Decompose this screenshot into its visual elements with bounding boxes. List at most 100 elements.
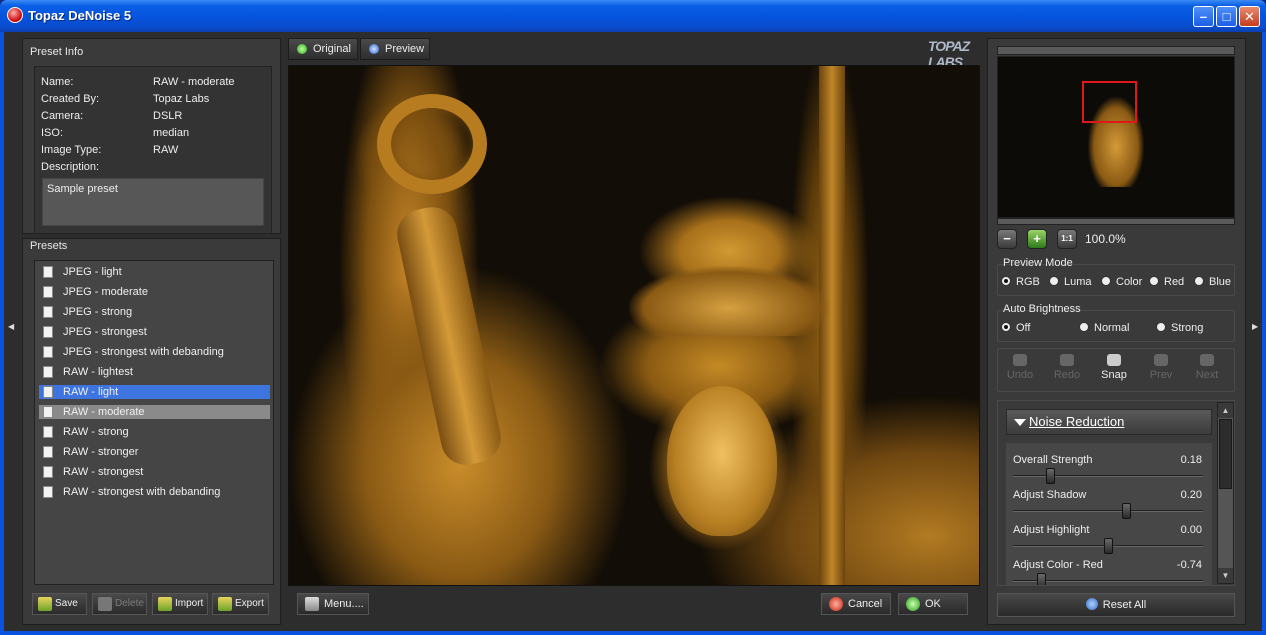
minimize-button[interactable]: –	[1193, 6, 1214, 27]
slider-label-adjust-color-red: Adjust Color - Red	[1013, 559, 1103, 571]
info-value-iso: median	[153, 127, 190, 139]
statue-eagle	[629, 266, 829, 336]
info-label-iso: ISO:	[41, 127, 64, 139]
info-label-camera: Camera:	[41, 110, 84, 122]
menu-button[interactable]: Menu....	[297, 593, 369, 615]
scroll-thumb[interactable]	[1219, 419, 1232, 489]
preset-item-raw-lightest[interactable]: RAW - lightest	[39, 365, 270, 379]
preset-item-raw-stronger[interactable]: RAW - stronger	[39, 445, 270, 459]
delete-icon	[98, 597, 112, 611]
slider-thumb-overall-strength[interactable]	[1045, 468, 1055, 484]
preview-mode-red[interactable]: Red	[1149, 276, 1184, 288]
slider-thumb-adjust-color-red[interactable]	[1036, 573, 1046, 585]
info-label-created-by: Created By:	[41, 93, 100, 105]
noise-reduction-scrollbar[interactable]: ▲ ▼	[1217, 402, 1234, 584]
zoom-out-icon[interactable]: −	[997, 229, 1017, 249]
reset-all-button[interactable]: Reset All	[997, 593, 1235, 617]
client-area: ◀ ▶ Preset Info Name: RAW - moderate Cre…	[4, 32, 1262, 631]
slider-value-adjust-shadow: 0.20	[1180, 489, 1202, 501]
preset-item-jpeg-light[interactable]: JPEG - light	[39, 265, 270, 279]
preview-mode-blue[interactable]: Blue	[1194, 276, 1231, 288]
radio-icon	[1194, 276, 1204, 286]
collapse-left-arrow-icon[interactable]: ◀	[8, 322, 14, 331]
preset-item-jpeg-strongest-debanding[interactable]: JPEG - strongest with debanding	[39, 345, 270, 359]
preset-label: RAW - strongest	[63, 466, 144, 478]
preset-label: RAW - light	[63, 386, 119, 398]
navigator-view-frame[interactable]	[1082, 81, 1137, 123]
navigator-bottom-scrollbar[interactable]	[997, 218, 1235, 225]
preset-label: JPEG - strongest with debanding	[63, 346, 224, 358]
auto-brightness-normal[interactable]: Normal	[1079, 322, 1129, 334]
radio-icon	[1149, 276, 1159, 286]
presets-list[interactable]: JPEG - light JPEG - moderate JPEG - stro…	[34, 260, 274, 585]
delete-button[interactable]: Delete	[92, 593, 147, 615]
auto-brightness-strong[interactable]: Strong	[1156, 322, 1203, 334]
prev-button[interactable]: Prev	[1139, 354, 1183, 381]
export-button[interactable]: Export	[212, 593, 269, 615]
preset-label: JPEG - moderate	[63, 286, 148, 298]
next-button[interactable]: Next	[1185, 354, 1229, 381]
preset-item-jpeg-strongest[interactable]: JPEG - strongest	[39, 325, 270, 339]
tab-preview[interactable]: Preview	[360, 38, 430, 60]
preview-mode-luma[interactable]: Luma	[1049, 276, 1092, 288]
slider-track-overall-strength[interactable]	[1013, 475, 1203, 477]
reset-icon	[1085, 598, 1098, 610]
close-button[interactable]: ✕	[1239, 6, 1260, 27]
slider-thumb-adjust-shadow[interactable]	[1121, 503, 1131, 519]
undo-button[interactable]: Undo	[998, 354, 1042, 381]
preset-item-jpeg-moderate[interactable]: JPEG - moderate	[39, 285, 270, 299]
cancel-button[interactable]: Cancel	[821, 593, 891, 615]
slider-label-adjust-highlight: Adjust Highlight	[1013, 524, 1090, 536]
noise-reduction-header[interactable]: Noise Reduction	[1006, 409, 1212, 435]
slider-thumb-adjust-highlight[interactable]	[1103, 538, 1113, 554]
preset-info-title: Preset Info	[30, 46, 84, 58]
radio-icon	[1156, 322, 1166, 332]
snap-button[interactable]: Snap	[1092, 354, 1136, 381]
preset-item-raw-moderate[interactable]: RAW - moderate	[39, 405, 270, 419]
preset-item-raw-strongest-debanding[interactable]: RAW - strongest with debanding	[39, 485, 270, 499]
navigator-thumbnail[interactable]	[997, 56, 1235, 218]
navigator-top-scrollbar[interactable]	[997, 46, 1235, 55]
scroll-down-icon[interactable]: ▼	[1218, 568, 1233, 583]
preview-mode-rgb[interactable]: RGB	[1001, 276, 1040, 288]
redo-button[interactable]: Redo	[1045, 354, 1089, 381]
collapse-right-arrow-icon[interactable]: ▶	[1252, 322, 1258, 331]
scroll-up-icon[interactable]: ▲	[1218, 403, 1233, 418]
description-field[interactable]: Sample preset	[42, 178, 264, 226]
radio-icon	[1101, 276, 1111, 286]
export-icon	[218, 597, 232, 611]
title-bar[interactable]: Topaz DeNoise 5 – □ ✕	[0, 0, 1266, 32]
preset-item-raw-light[interactable]: RAW - light	[39, 385, 270, 399]
document-icon	[43, 306, 53, 318]
maximize-button[interactable]: □	[1216, 6, 1237, 27]
auto-brightness-off[interactable]: Off	[1001, 322, 1030, 334]
document-icon	[43, 486, 53, 498]
ok-button[interactable]: OK	[898, 593, 968, 615]
save-button[interactable]: Save	[32, 593, 87, 615]
info-value-image-type: RAW	[153, 144, 179, 156]
import-button[interactable]: Import	[152, 593, 208, 615]
radio-selected-icon	[1001, 276, 1011, 286]
preset-label: JPEG - strongest	[63, 326, 147, 338]
checkmark-icon	[906, 597, 920, 611]
preview-mode-color[interactable]: Color	[1101, 276, 1142, 288]
import-icon	[158, 597, 172, 611]
tab-original[interactable]: Original	[288, 38, 358, 60]
preset-item-raw-strongest[interactable]: RAW - strongest	[39, 465, 270, 479]
app-icon[interactable]	[7, 7, 23, 23]
image-preview[interactable]	[288, 65, 980, 586]
slider-value-adjust-highlight: 0.00	[1180, 524, 1202, 536]
radio-icon	[1079, 322, 1089, 332]
zoom-actual-size-icon[interactable]: 1:1	[1057, 229, 1077, 249]
preset-label: JPEG - strong	[63, 306, 133, 318]
next-snapshot-icon	[1200, 354, 1214, 366]
slider-track-adjust-shadow[interactable]	[1013, 510, 1203, 512]
expand-triangle-icon	[1014, 419, 1026, 426]
preset-label: RAW - lightest	[63, 366, 133, 378]
zoom-in-icon[interactable]: +	[1027, 229, 1047, 249]
preset-item-jpeg-strong[interactable]: JPEG - strong	[39, 305, 270, 319]
document-icon	[43, 386, 53, 398]
camera-icon	[1107, 354, 1121, 366]
document-icon	[43, 266, 53, 278]
preset-item-raw-strong[interactable]: RAW - strong	[39, 425, 270, 439]
